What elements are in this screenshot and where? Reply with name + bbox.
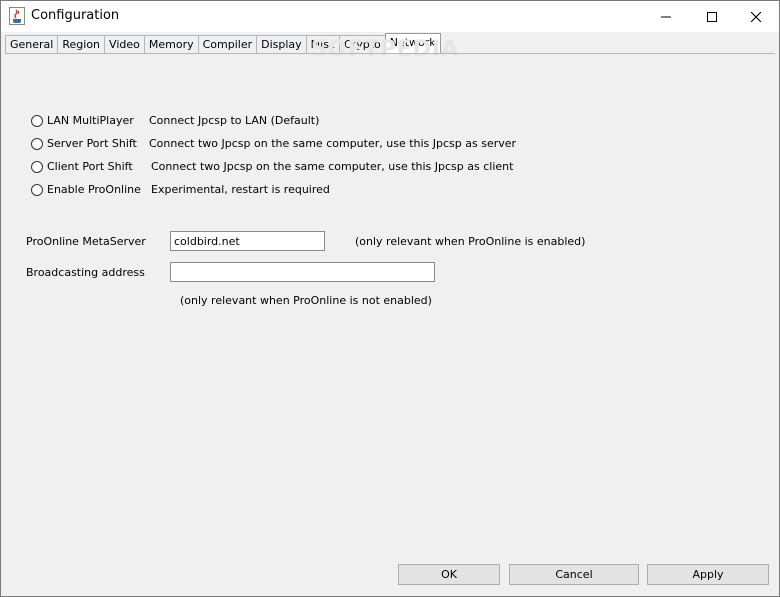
radio-description: Connect two Jpcsp on the same computer, … <box>151 160 514 173</box>
cancel-button[interactable]: Cancel <box>509 564 639 585</box>
apply-button[interactable]: Apply <box>647 564 769 585</box>
maximize-button[interactable] <box>689 1 735 32</box>
tab-compiler[interactable]: Compiler <box>197 35 258 53</box>
radio-button[interactable] <box>31 184 43 196</box>
radio-description: Connect Jpcsp to LAN (Default) <box>149 114 320 127</box>
ok-button[interactable]: OK <box>398 564 500 585</box>
close-button[interactable] <box>733 1 779 32</box>
metaserver-input[interactable] <box>170 231 325 251</box>
close-icon <box>751 11 761 22</box>
java-cup-icon <box>9 7 25 25</box>
broadcast-hint: (only relevant when ProOnline is not ena… <box>180 294 432 307</box>
radio-lan-multiplayer[interactable]: LAN MultiPlayer <box>31 113 134 129</box>
minimize-icon <box>661 16 671 17</box>
broadcast-label: Broadcasting address <box>26 266 145 279</box>
tab-general[interactable]: General <box>5 35 59 53</box>
title-bar[interactable]: Configuration <box>1 1 779 32</box>
tab-memory[interactable]: Memory <box>143 35 199 53</box>
radio-client-port-shift[interactable]: Client Port Shift <box>31 159 133 175</box>
broadcast-address-input[interactable] <box>170 262 435 282</box>
radio-button[interactable] <box>31 161 43 173</box>
radio-description: Experimental, restart is required <box>151 183 330 196</box>
radio-button[interactable] <box>31 115 43 127</box>
radio-label: Client Port Shift <box>47 160 133 173</box>
radio-enable-proonline[interactable]: Enable ProOnline <box>31 182 141 198</box>
metaserver-hint: (only relevant when ProOnline is enabled… <box>355 235 586 248</box>
maximize-icon <box>707 11 717 22</box>
radio-button[interactable] <box>31 138 43 150</box>
radio-description: Connect two Jpcsp on the same computer, … <box>149 137 517 150</box>
configuration-window: Configuration General Region Video Memor… <box>0 0 780 597</box>
tab-display[interactable]: Display <box>256 35 307 53</box>
radio-label: LAN MultiPlayer <box>47 114 134 127</box>
minimize-button[interactable] <box>643 1 689 32</box>
radio-server-port-shift[interactable]: Server Port Shift <box>31 136 137 152</box>
metaserver-label: ProOnline MetaServer <box>26 235 146 248</box>
tab-region[interactable]: Region <box>57 35 106 53</box>
radio-label: Enable ProOnline <box>47 183 141 196</box>
radio-label: Server Port Shift <box>47 137 137 150</box>
window-title: Configuration <box>31 8 120 23</box>
tab-video[interactable]: Video <box>104 35 145 53</box>
